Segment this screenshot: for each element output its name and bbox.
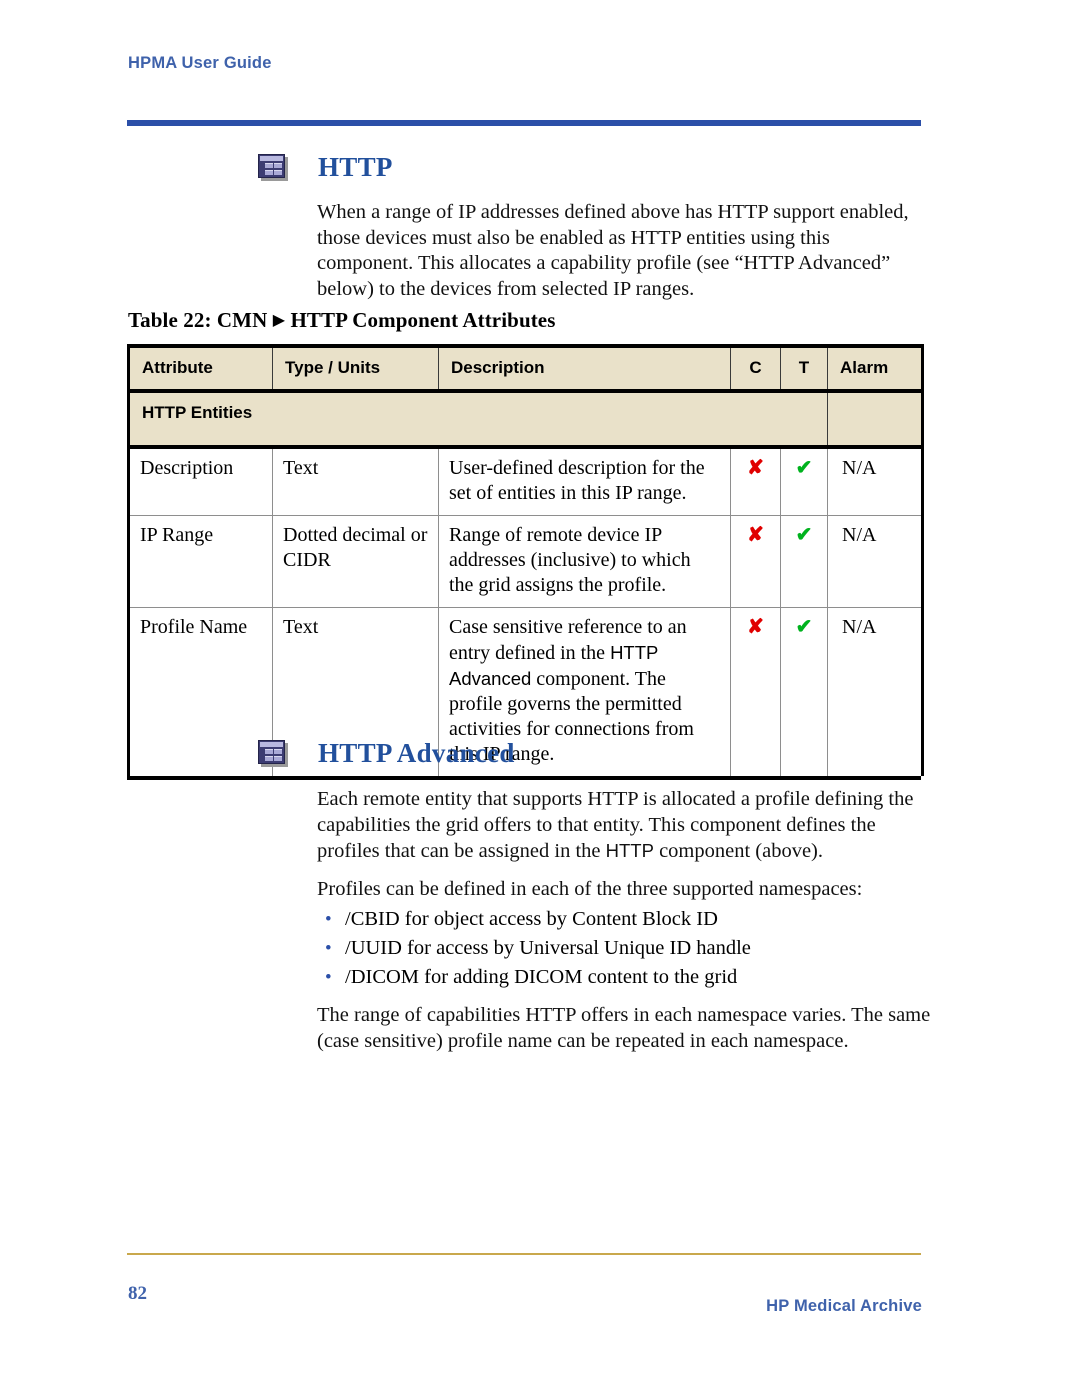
http-advanced-paragraph-2: Profiles can be defined in each of the t… — [317, 878, 863, 900]
cell-attribute: Profile Name — [127, 607, 273, 776]
cell-description: User-defined description for the set of … — [438, 447, 731, 516]
table-row: Profile Name Text Case sensitive referen… — [127, 607, 924, 776]
list-item-label: /CBID for object access by Content Block… — [345, 908, 718, 930]
cell-alarm: N/A — [827, 447, 924, 516]
cell-c-cross-icon: ✘ — [730, 515, 781, 608]
section-heading-http: HTTP — [258, 152, 393, 183]
footer-rule — [127, 1253, 921, 1255]
cell-description: Range of remote device IP addresses (inc… — [438, 515, 731, 608]
table-caption-prefix: Table 22: CMN — [128, 308, 268, 332]
cell-alarm: N/A — [827, 515, 924, 608]
http-intro-paragraph: When a range of IP addresses defined abo… — [317, 201, 909, 300]
section-title-http: HTTP — [318, 152, 393, 182]
cell-attribute: Description — [127, 447, 273, 516]
column-header-description: Description — [438, 344, 731, 393]
paragraph-ui-ref: HTTP — [605, 840, 654, 862]
cell-c-cross-icon: ✘ — [730, 607, 781, 776]
component-window-icon — [258, 740, 288, 767]
table-caption: Table 22: CMN ▶ HTTP Component Attribute… — [128, 308, 556, 333]
section-heading-http-advanced: HTTP Advanced — [258, 738, 515, 769]
namespace-bullet-list: • /CBID for object access by Content Blo… — [325, 905, 925, 992]
cell-alarm: N/A — [827, 607, 924, 776]
caption-arrow-icon: ▶ — [272, 312, 286, 329]
table-row: Description Text User-defined descriptio… — [127, 447, 924, 516]
column-header-attribute: Attribute — [127, 344, 273, 393]
cell-t-check-icon: ✔ — [780, 607, 828, 776]
cell-t-check-icon: ✔ — [780, 447, 828, 516]
cell-t-check-icon: ✔ — [780, 515, 828, 608]
footer-product-name: HP Medical Archive — [766, 1297, 922, 1315]
table-header-row: Attribute Type / Units Description C T A… — [127, 344, 924, 393]
header-rule — [127, 120, 921, 126]
table-group-row-http-entities: HTTP Entities — [127, 391, 924, 449]
column-header-c: C — [730, 344, 781, 393]
list-item: • /DICOM for adding DICOM content to the… — [325, 963, 925, 992]
component-window-icon — [258, 154, 288, 181]
table-row: IP Range Dotted decimal or CIDR Range of… — [127, 515, 924, 608]
table-group-filler — [827, 391, 924, 449]
cmn-http-attributes-table: Attribute Type / Units Description C T A… — [127, 344, 924, 776]
running-header-title: HPMA User Guide — [128, 54, 272, 72]
column-header-alarm: Alarm — [827, 344, 924, 393]
column-header-type-units: Type / Units — [272, 344, 439, 393]
bullet-dot-icon: • — [325, 909, 332, 930]
page-number: 82 — [128, 1283, 147, 1304]
section-title-http-advanced: HTTP Advanced — [318, 738, 515, 768]
table-group-label: HTTP Entities — [127, 391, 828, 449]
paragraph-post: component (above). — [653, 840, 824, 863]
list-item-label: /UUID for access by Universal Unique ID … — [345, 937, 751, 959]
bullet-dot-icon: • — [325, 938, 332, 959]
http-advanced-paragraph-1: Each remote entity that supports HTTP is… — [317, 787, 924, 865]
cell-type-units: Dotted decimal or CIDR — [272, 515, 439, 608]
list-item: • /CBID for object access by Content Blo… — [325, 905, 925, 934]
cell-attribute: IP Range — [127, 515, 273, 608]
http-advanced-closing-paragraph: The range of capabilities HTTP offers in… — [317, 1004, 931, 1052]
table-caption-suffix: HTTP Component Attributes — [290, 308, 556, 332]
cell-c-cross-icon: ✘ — [730, 447, 781, 516]
list-item-label: /DICOM for adding DICOM content to the g… — [345, 966, 738, 988]
cell-type-units: Text — [272, 447, 439, 516]
list-item: • /UUID for access by Universal Unique I… — [325, 934, 925, 963]
column-header-t: T — [780, 344, 828, 393]
table-bottom-border — [127, 776, 921, 780]
bullet-dot-icon: • — [325, 967, 332, 988]
